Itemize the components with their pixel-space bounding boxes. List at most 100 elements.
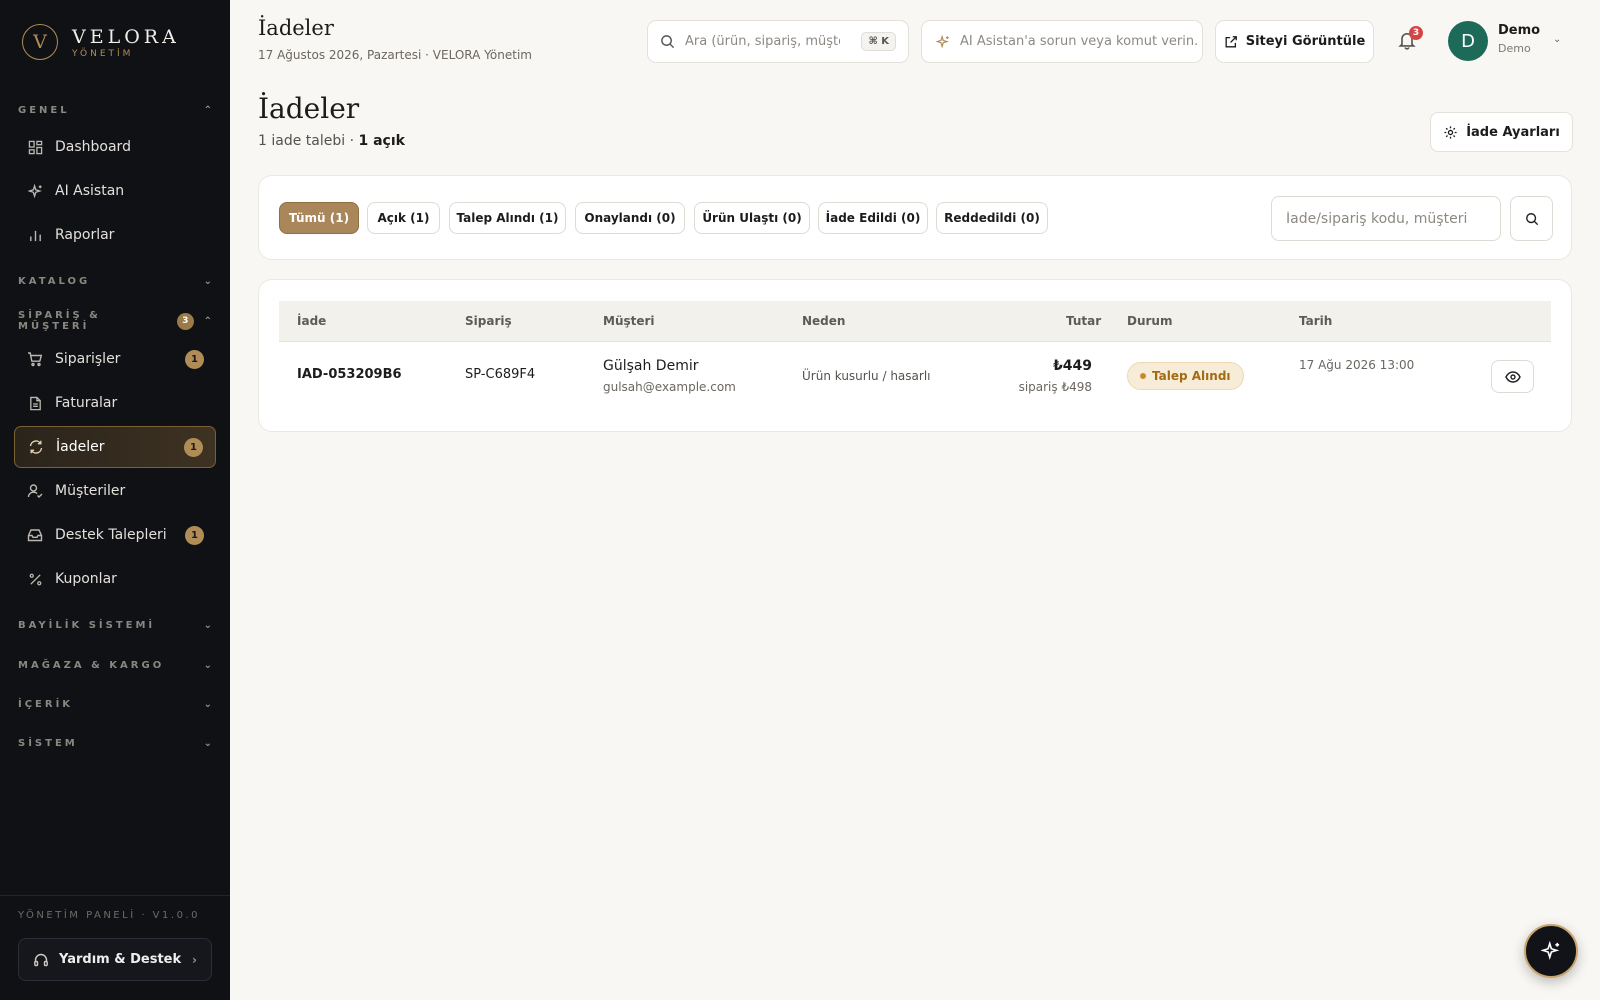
- section-icerik[interactable]: İÇERİK ⌄: [18, 695, 212, 713]
- sidebar-item-raporlar[interactable]: Raporlar: [14, 214, 216, 256]
- chevron-down-icon: ⌄: [203, 275, 212, 287]
- user-role: Demo: [1498, 42, 1531, 55]
- filter-chip-all[interactable]: Tümü (1): [279, 202, 359, 234]
- section-genel[interactable]: GENEL ⌃: [18, 101, 212, 119]
- section-label: KATALOG: [18, 275, 91, 287]
- filter-chip-refunded[interactable]: İade Edildi (0): [818, 202, 928, 234]
- sidebar-item-kuponlar[interactable]: Kuponlar: [14, 558, 216, 600]
- section-label: MAĞAZA & KARGO: [18, 659, 165, 671]
- view-site-label: Siteyi Görüntüle: [1245, 34, 1366, 49]
- sparkle-icon: [936, 34, 950, 49]
- sidebar-item-destek-talepleri[interactable]: Destek Talepleri 1: [14, 514, 216, 556]
- sidebar-item-label: Faturalar: [55, 395, 118, 411]
- page-summary: 1 iade talebi · 1 açık: [258, 133, 405, 149]
- sidebar-item-label: Raporlar: [55, 227, 115, 243]
- help-button[interactable]: Yardım & Destek ›: [18, 938, 212, 981]
- brand-sub: YÖNETİM: [72, 48, 134, 59]
- brand-name: VELORA: [72, 25, 180, 48]
- count-badge: 1: [184, 437, 203, 457]
- help-label: Yardım & Destek: [59, 952, 182, 967]
- order-amount: sipariş ₺498: [1018, 380, 1092, 394]
- column-header: Durum: [1127, 314, 1173, 328]
- refund-amount: ₺449: [1053, 358, 1092, 374]
- user-name[interactable]: Demo: [1498, 23, 1540, 38]
- brand-logo: V: [22, 24, 58, 60]
- section-label: İÇERİK: [18, 698, 74, 710]
- order-code[interactable]: SP-C689F4: [465, 367, 535, 382]
- sidebar-item-label: Kuponlar: [55, 571, 117, 587]
- page-title: İadeler: [258, 92, 360, 125]
- return-settings-button[interactable]: İade Ayarları: [1430, 112, 1573, 152]
- avatar[interactable]: D: [1448, 21, 1488, 61]
- sidebar: V VELORA YÖNETİM GENEL ⌃ Dashboard AI As…: [0, 0, 230, 1000]
- section-label: SİPARİŞ & MÜŞTERİ: [18, 310, 101, 332]
- summary-open: 1 açık: [358, 133, 405, 149]
- brand[interactable]: V VELORA YÖNETİM: [22, 24, 180, 60]
- ai-command-input[interactable]: AI Asistan'a sorun veya komut verin.: [921, 20, 1203, 63]
- column-header: İade: [297, 314, 327, 328]
- filter-bar: Tümü (1) Açık (1) Talep Alındı (1) Onayl…: [258, 175, 1572, 260]
- sidebar-item-ai-asistan[interactable]: AI Asistan: [14, 170, 216, 212]
- sparkle-icon: [1541, 941, 1561, 961]
- chevron-down-icon: ⌄: [203, 698, 212, 710]
- status-badge: Talep Alındı: [1127, 362, 1244, 390]
- eye-icon: [1504, 369, 1521, 385]
- section-siparis-musteri[interactable]: SİPARİŞ & MÜŞTERİ 3 ⌃: [18, 310, 212, 332]
- user-icon: [27, 483, 43, 499]
- chevron-down-icon: ⌄: [203, 619, 212, 631]
- column-header: Neden: [802, 314, 846, 328]
- view-button[interactable]: [1491, 360, 1534, 393]
- section-magaza-kargo[interactable]: MAĞAZA & KARGO ⌄: [18, 656, 212, 674]
- column-header: Müşteri: [603, 314, 655, 328]
- chevron-down-icon: ⌄: [203, 659, 212, 671]
- header-date: 17 Ağustos 2026, Pazartesi · VELORA Yöne…: [258, 48, 532, 62]
- gear-icon: [1443, 125, 1458, 140]
- filter-chip-rejected[interactable]: Reddedildi (0): [936, 202, 1048, 234]
- cart-icon: [27, 351, 43, 367]
- sparkle-icon: [27, 183, 43, 199]
- sidebar-item-musteriler[interactable]: Müşteriler: [14, 470, 216, 512]
- count-badge: 1: [185, 349, 204, 369]
- search-button[interactable]: [1510, 196, 1553, 241]
- chevron-up-icon: ⌃: [203, 315, 212, 327]
- chevron-down-icon[interactable]: ⌄: [1553, 34, 1561, 45]
- section-katalog[interactable]: KATALOG ⌄: [18, 272, 212, 290]
- customer-name: Gülşah Demir: [603, 358, 699, 374]
- return-search-input[interactable]: [1271, 196, 1501, 241]
- bar-chart-icon: [27, 227, 43, 243]
- section-badge: 3: [176, 312, 194, 330]
- sidebar-item-siparisler[interactable]: Siparişler 1: [14, 338, 216, 380]
- sidebar-item-label: AI Asistan: [55, 183, 125, 199]
- filter-chip-received[interactable]: Ürün Ulaştı (0): [694, 202, 810, 234]
- return-reason: Ürün kusurlu / hasarlı: [802, 369, 931, 383]
- ai-placeholder: AI Asistan'a sorun veya komut verin.: [960, 34, 1199, 49]
- sidebar-item-faturalar[interactable]: Faturalar: [14, 382, 216, 424]
- ai-assistant-fab[interactable]: [1524, 924, 1578, 978]
- global-search[interactable]: Ara (ürün, sipariş, müşteri) ⌘ K: [647, 20, 909, 63]
- column-header: Sipariş: [465, 314, 512, 328]
- view-site-button[interactable]: Siteyi Görüntüle: [1215, 20, 1374, 63]
- filter-chip-approved[interactable]: Onaylandı (0): [575, 202, 685, 234]
- column-header: Tutar: [1066, 314, 1102, 328]
- sidebar-item-label: İadeler: [56, 439, 105, 455]
- headphones-icon: [33, 952, 49, 968]
- section-sistem[interactable]: SİSTEM ⌄: [18, 734, 212, 752]
- section-bayilik[interactable]: BAYİLİK SİSTEMİ ⌄: [18, 616, 212, 634]
- file-icon: [27, 395, 43, 411]
- chevron-down-icon: ⌄: [203, 737, 212, 749]
- sidebar-item-iadeler[interactable]: İadeler 1: [14, 426, 216, 468]
- column-header: Tarih: [1299, 314, 1333, 328]
- percent-icon: [27, 571, 43, 587]
- notification-badge: 3: [1409, 26, 1423, 40]
- sidebar-item-dashboard[interactable]: Dashboard: [14, 126, 216, 168]
- return-date: 17 Ağu 2026 13:00: [1299, 358, 1415, 372]
- filter-chip-requested[interactable]: Talep Alındı (1): [449, 202, 566, 234]
- search-icon: [1525, 212, 1539, 226]
- filter-chip-open[interactable]: Açık (1): [367, 202, 440, 234]
- table-header: İade Sipariş Müşteri Neden Tutar Durum T…: [279, 301, 1551, 342]
- section-label: SİSTEM: [18, 737, 78, 749]
- sidebar-divider: [0, 895, 230, 896]
- sidebar-item-label: Müşteriler: [55, 483, 126, 499]
- return-code[interactable]: IAD-053209B6: [297, 367, 402, 382]
- sidebar-item-label: Siparişler: [55, 351, 121, 367]
